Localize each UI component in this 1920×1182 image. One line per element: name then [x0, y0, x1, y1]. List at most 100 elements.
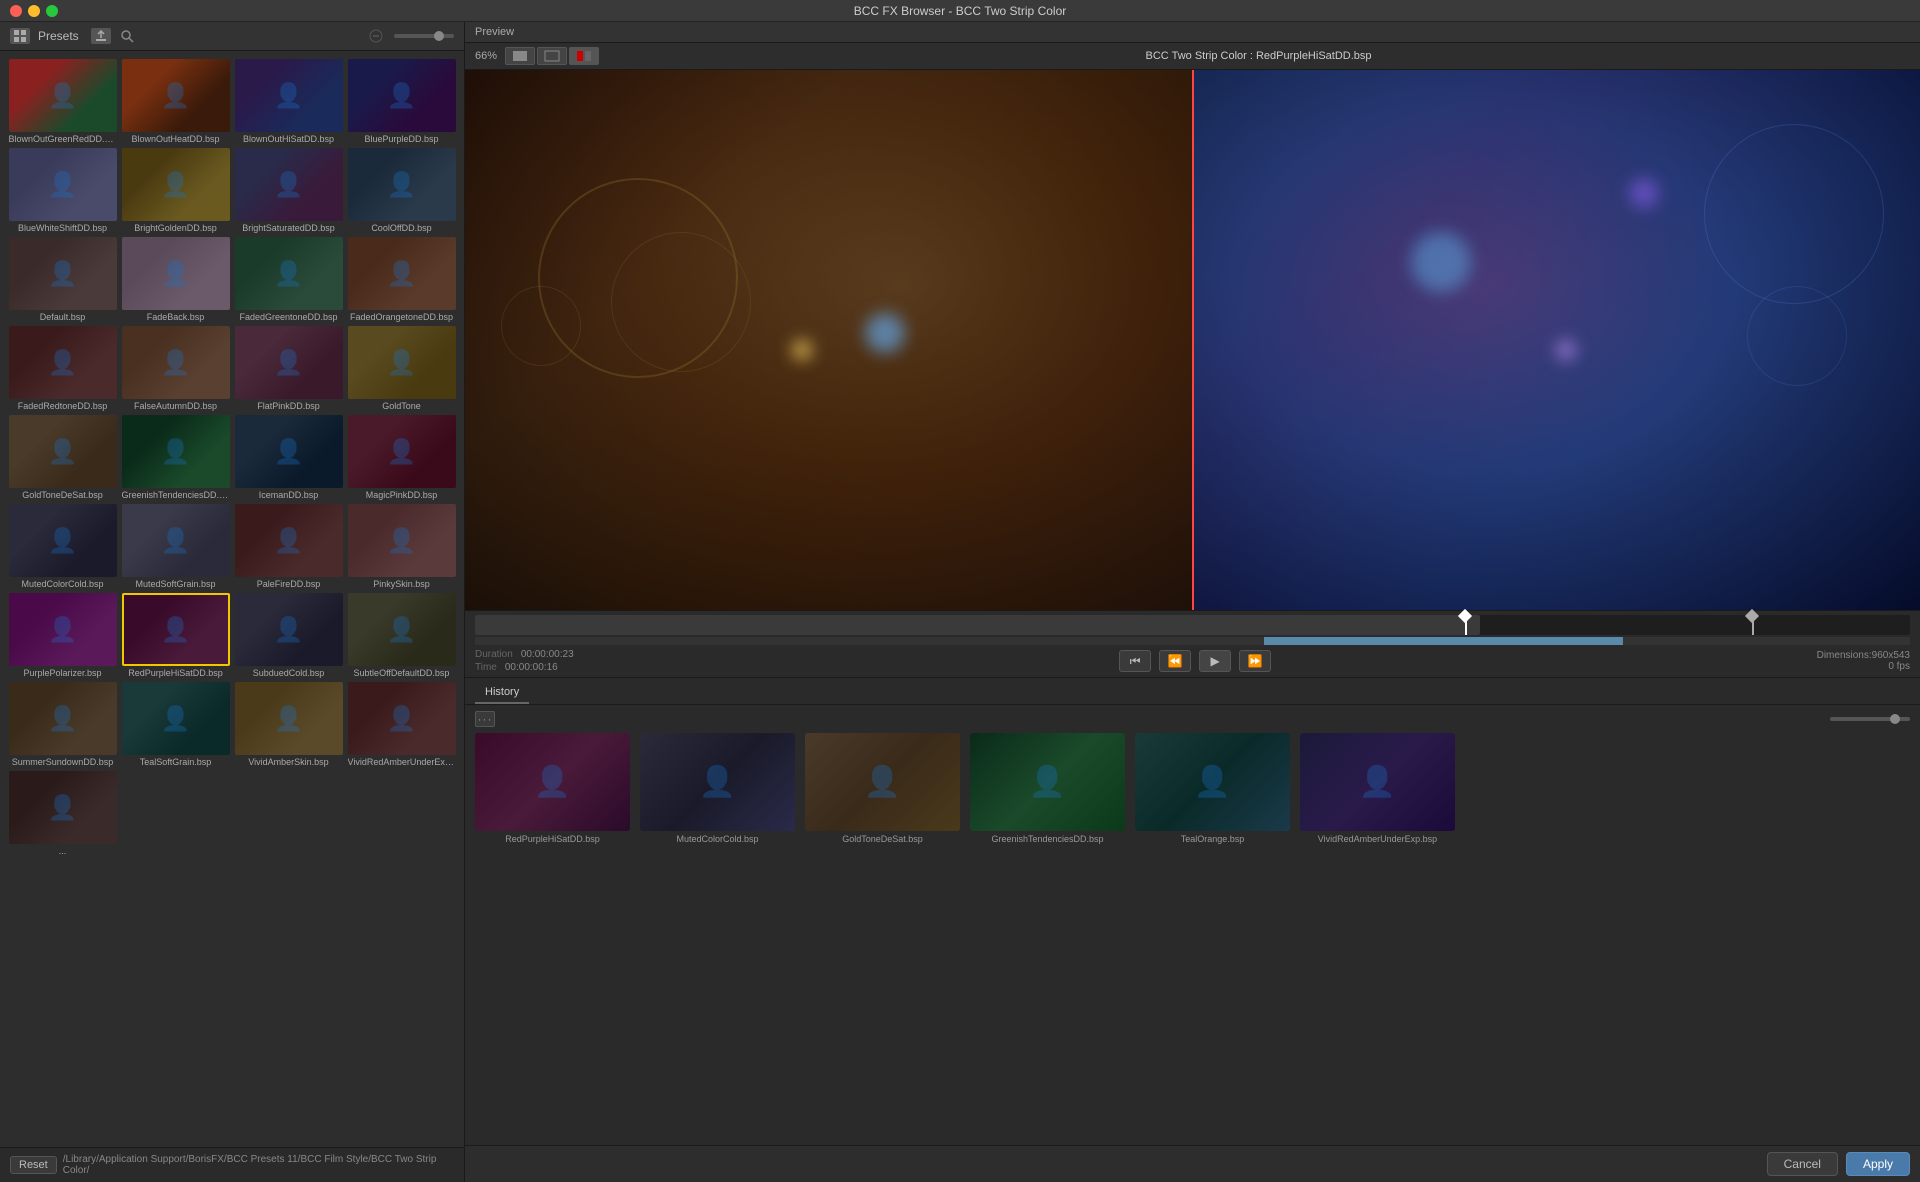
- preset-item[interactable]: FadedOrangetoneDD.bsp: [347, 237, 456, 322]
- view-single-left[interactable]: [505, 47, 535, 65]
- history-tab[interactable]: History: [475, 682, 529, 704]
- history-thumbnail: [970, 733, 1125, 831]
- preset-name: BlownOutHiSatDD.bsp: [243, 134, 334, 144]
- history-options-button[interactable]: ···: [475, 711, 495, 727]
- preset-name: ...: [59, 846, 67, 856]
- preset-item[interactable]: BlueWhiteShiftDD.bsp: [8, 148, 117, 233]
- preset-thumbnail: [9, 148, 117, 221]
- preview-label: Preview: [475, 26, 514, 38]
- history-thumbnail: [475, 733, 630, 831]
- maximize-button[interactable]: [46, 5, 58, 17]
- preset-thumbnail: [122, 415, 230, 488]
- zoom-label: 66%: [475, 50, 497, 62]
- preset-item[interactable]: BlownOutGreenRedDD.bsp: [8, 59, 117, 144]
- preset-item[interactable]: Default.bsp: [8, 237, 117, 322]
- preset-item[interactable]: SubduedCold.bsp: [234, 593, 343, 678]
- preset-item[interactable]: VividRedAmberUnderExp.bsp: [347, 682, 456, 767]
- preset-item[interactable]: GoldTone: [347, 326, 456, 411]
- history-scroll[interactable]: [1830, 717, 1910, 721]
- play-button[interactable]: ▶: [1199, 650, 1231, 672]
- path-bar: Reset /Library/Application Support/Boris…: [0, 1147, 464, 1182]
- preset-name: IcemanDD.bsp: [259, 490, 319, 500]
- preset-item[interactable]: BlownOutHeatDD.bsp: [121, 59, 230, 144]
- preset-item[interactable]: RedPurpleHiSatDD.bsp: [121, 593, 230, 678]
- history-item[interactable]: RedPurpleHiSatDD.bsp: [475, 733, 630, 844]
- preset-thumbnail: [235, 504, 343, 577]
- header-icons: [91, 28, 137, 44]
- marker-diamond: [1745, 609, 1759, 623]
- search-icon[interactable]: [117, 28, 137, 44]
- preset-thumbnail: [9, 682, 117, 755]
- preset-item[interactable]: PinkySkin.bsp: [347, 504, 456, 589]
- tc-highlight: [1264, 637, 1623, 645]
- preset-item[interactable]: FadeBack.bsp: [121, 237, 230, 322]
- preset-thumbnail: [348, 504, 456, 577]
- preset-thumbnail: [235, 682, 343, 755]
- preset-item[interactable]: FlatPinkDD.bsp: [234, 326, 343, 411]
- history-item-label: GreenishTendenciesDD.bsp: [991, 834, 1103, 844]
- preset-name: VividRedAmberUnderExp.bsp: [348, 757, 456, 767]
- history-thumbnail: [640, 733, 795, 831]
- preset-item[interactable]: PurplePolarizer.bsp: [8, 593, 117, 678]
- preset-item[interactable]: MagicPinkDD.bsp: [347, 415, 456, 500]
- preset-item[interactable]: VividAmberSkin.bsp: [234, 682, 343, 767]
- step-forward-button[interactable]: ⏩: [1239, 650, 1271, 672]
- preset-item[interactable]: FadedRedtoneDD.bsp: [8, 326, 117, 411]
- history-item[interactable]: VividRedAmberUnderExp.bsp: [1300, 733, 1455, 844]
- view-single-right[interactable]: [537, 47, 567, 65]
- preset-item[interactable]: SummerSundownDD.bsp: [8, 682, 117, 767]
- preset-item[interactable]: IcemanDD.bsp: [234, 415, 343, 500]
- preview-divider[interactable]: [1192, 70, 1194, 610]
- preset-item[interactable]: SubtleOffDefaultDD.bsp: [347, 593, 456, 678]
- preset-item[interactable]: GoldToneDeSat.bsp: [8, 415, 117, 500]
- history-item[interactable]: MutedColorCold.bsp: [640, 733, 795, 844]
- preset-item[interactable]: BrightSaturatedDD.bsp: [234, 148, 343, 233]
- go-to-start-button[interactable]: ⏮: [1119, 650, 1151, 672]
- preset-thumbnail: [122, 682, 230, 755]
- preset-item[interactable]: MutedColorCold.bsp: [8, 504, 117, 589]
- preset-item[interactable]: ...: [8, 771, 117, 856]
- right-panel: Preview 66%: [465, 22, 1920, 1182]
- history-item[interactable]: GreenishTendenciesDD.bsp: [970, 733, 1125, 844]
- history-item[interactable]: TealOrange.bsp: [1135, 733, 1290, 844]
- preset-item[interactable]: BrightGoldenDD.bsp: [121, 148, 230, 233]
- upload-icon[interactable]: [91, 28, 111, 44]
- apply-button[interactable]: Apply: [1846, 1152, 1910, 1176]
- timeline-bar[interactable]: [475, 615, 1910, 635]
- preset-thumbnail: [235, 326, 343, 399]
- size-slider[interactable]: [394, 34, 454, 38]
- preset-item[interactable]: FalseAutumnDD.bsp: [121, 326, 230, 411]
- grid-view-icon[interactable]: [10, 28, 30, 44]
- reset-button[interactable]: Reset: [10, 1156, 57, 1174]
- preset-item[interactable]: MutedSoftGrain.bsp: [121, 504, 230, 589]
- history-thumbnail: [805, 733, 960, 831]
- preset-item[interactable]: CoolOffDD.bsp: [347, 148, 456, 233]
- action-bar: Cancel Apply: [465, 1145, 1920, 1182]
- cancel-button[interactable]: Cancel: [1767, 1152, 1838, 1176]
- preset-name: Default.bsp: [40, 312, 86, 322]
- preset-item[interactable]: FadedGreentoneDD.bsp: [234, 237, 343, 322]
- preset-item[interactable]: BlownOutHiSatDD.bsp: [234, 59, 343, 144]
- preset-thumbnail: [9, 504, 117, 577]
- preset-thumbnail: [235, 415, 343, 488]
- preset-item[interactable]: BluePurpleDD.bsp: [347, 59, 456, 144]
- preview-right: [1193, 70, 1920, 610]
- preview-left: [465, 70, 1193, 610]
- preset-item[interactable]: GreenishTendenciesDD.bsp: [121, 415, 230, 500]
- step-back-button[interactable]: ⏪: [1159, 650, 1191, 672]
- filter-icon[interactable]: [366, 28, 386, 44]
- preset-name: PinkySkin.bsp: [373, 579, 430, 589]
- dimensions-info: Dimensions:960x543: [1817, 650, 1910, 661]
- minimize-button[interactable]: [28, 5, 40, 17]
- close-button[interactable]: [10, 5, 22, 17]
- preset-name: SubduedCold.bsp: [253, 668, 325, 678]
- history-item-label: MutedColorCold.bsp: [676, 834, 758, 844]
- history-item[interactable]: GoldToneDeSat.bsp: [805, 733, 960, 844]
- preset-item[interactable]: PaleFireDD.bsp: [234, 504, 343, 589]
- history-thumbs: RedPurpleHiSatDD.bsp MutedColorCold.bsp Go…: [475, 733, 1910, 844]
- history-item-label: GoldToneDeSat.bsp: [842, 834, 923, 844]
- preset-item[interactable]: TealSoftGrain.bsp: [121, 682, 230, 767]
- preset-thumbnail: [122, 237, 230, 310]
- history-tabs: History: [465, 678, 1920, 705]
- view-split[interactable]: [569, 47, 599, 65]
